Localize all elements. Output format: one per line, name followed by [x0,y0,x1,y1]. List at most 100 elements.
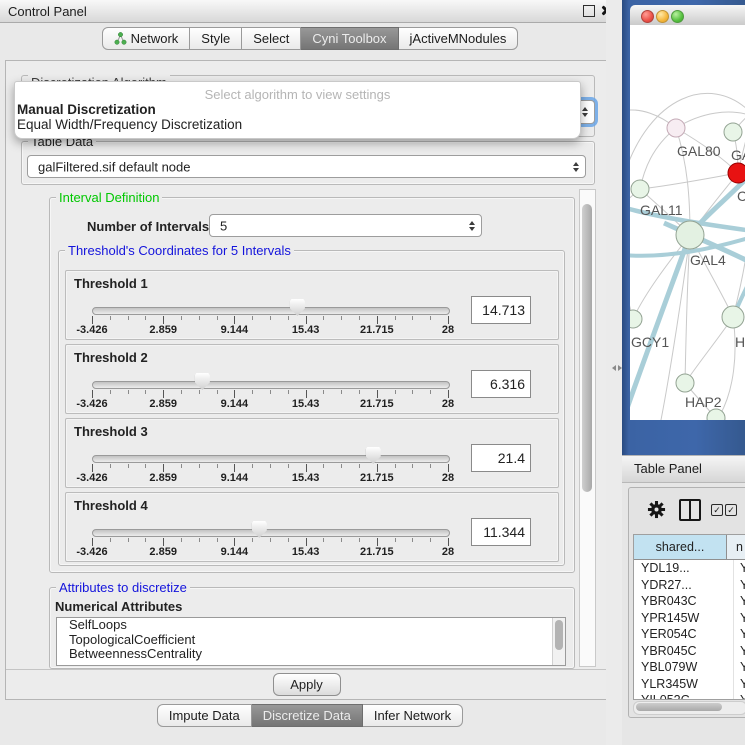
table-data-select[interactable]: galFiltered.sif default node [27,155,586,178]
table-row[interactable]: YDR27...YDR2 [634,577,745,594]
control-panel-titlebar: Control Panel [0,0,620,23]
table-row[interactable]: YIL052CYIL0 [634,692,745,700]
table-row[interactable]: YPR145WYPR1 [634,610,745,627]
number-of-intervals-select[interactable]: 5 [209,214,482,237]
column-header-shared-name[interactable]: shared... [634,535,727,559]
panel-divider[interactable] [606,0,622,745]
threshold-label: Threshold 3 [74,424,148,439]
table-data-value: galFiltered.sif default node [38,159,190,174]
attributes-group-label: Attributes to discretize [56,580,190,595]
checkbox-icon[interactable] [725,504,737,516]
numerical-attributes-list[interactable]: SelfLoopsTopologicalCoefficientBetweenne… [56,617,566,666]
slider-tick-labels: -3.4262.8599.14415.4321.71528 [92,398,448,410]
table-row[interactable]: YDL19...YDL1 [634,560,745,577]
tick-label: 21.715 [360,398,394,410]
threshold-value-field[interactable]: 14.713 [471,296,531,324]
slider-track[interactable] [92,529,450,537]
table-hscrollbar[interactable] [633,701,745,715]
attribute-list-item[interactable]: SelfLoops [57,618,565,633]
tab-cyni-toolbox[interactable]: Cyni Toolbox [301,27,398,50]
node-ga[interactable] [724,123,742,141]
network-canvas[interactable]: GAL80 GA C GAL11 GAL4 GCY1 H HAP2 [630,25,745,420]
number-of-intervals-label: Number of Intervals [87,219,209,234]
algorithm-option-manual[interactable]: Manual Discretization [17,102,156,117]
tab-jactivemnodules[interactable]: jActiveMNodules [399,27,519,50]
algorithm-option-equal-width[interactable]: Equal Width/Frequency Discretization [17,117,242,132]
tab-label: Select [253,31,289,46]
slider-tick-labels: -3.4262.8599.14415.4321.71528 [92,472,448,484]
node-table[interactable]: shared... n YDL19...YDL1YDR27...YDR2YBR0… [633,534,745,700]
cell-shared-name: YIL052C [634,692,734,700]
node-label: GAL4 [690,252,726,268]
node-gal80[interactable] [667,119,685,137]
network-window-titlebar[interactable] [630,5,745,26]
tab-network[interactable]: Network [102,27,191,50]
node-hap2[interactable] [676,374,694,392]
cyni-toolbox-content: Discretization Algorithm Select algorith… [5,60,608,700]
slider-track[interactable] [92,307,450,315]
cell-name: YIL0 [734,692,745,700]
interval-definition-group: Interval Definition Number of Intervals … [49,197,575,573]
gear-icon[interactable] [647,500,666,524]
node-label: H [735,334,745,350]
column-header-name[interactable]: n [727,535,745,559]
attribute-list-item[interactable]: TopologicalCoefficient [57,633,565,648]
combo-arrows-icon [582,107,588,117]
apply-button[interactable]: Apply [273,673,341,696]
close-window-icon[interactable] [641,10,654,23]
list-scrollbar[interactable] [552,618,565,665]
table-row[interactable]: YER054CYER0 [634,626,745,643]
panel-scrollbar-thumb[interactable] [582,204,592,492]
node-gal11[interactable] [631,180,649,198]
threshold-value-field[interactable]: 21.4 [471,444,531,472]
tick-label: -3.426 [76,324,107,336]
slider-track[interactable] [92,455,450,463]
threshold-label: Threshold 2 [74,350,148,365]
float-panel-icon[interactable] [583,5,595,17]
tick-label: -3.426 [76,472,107,484]
tab-label: Discretize Data [263,708,351,723]
tab-select[interactable]: Select [242,27,301,50]
table-hscrollbar-thumb[interactable] [636,703,722,711]
cell-name: YPR1 [734,610,745,627]
cell-shared-name: YBR045C [634,643,734,660]
table-row[interactable]: YBR045CYBR0 [634,643,745,660]
cell-name: YDL1 [734,560,745,577]
attribute-list-item[interactable]: BetweennessCentrality [57,647,565,662]
zoom-window-icon[interactable] [671,10,684,23]
table-header: shared... n [634,535,745,560]
tick-label: 2.859 [149,546,177,558]
table-row[interactable]: YLR345WYLR3 [634,676,745,693]
cell-name: YER0 [734,626,745,643]
threshold-value-field[interactable]: 11.344 [471,518,531,546]
tab-style[interactable]: Style [190,27,242,50]
cell-shared-name: YER054C [634,626,734,643]
split-columns-icon[interactable] [679,499,701,521]
tab-impute-data[interactable]: Impute Data [157,704,252,727]
table-row[interactable]: YBL079WYBL0 [634,659,745,676]
tick-label: 21.715 [360,324,394,336]
node-selected-red[interactable] [728,163,745,183]
threshold-panel-1: Threshold 1-3.4262.8599.14415.4321.71528… [65,270,559,340]
list-scrollbar-thumb[interactable] [555,620,563,650]
panel-resize-grip[interactable] [612,362,622,372]
tick-label: 2.859 [149,324,177,336]
checkbox-icon[interactable] [711,504,723,516]
slider-tick-labels: -3.4262.8599.14415.4321.71528 [92,546,448,558]
threshold-value-field[interactable]: 6.316 [471,370,531,398]
tab-label: Style [201,31,230,46]
node-gcy1[interactable] [630,310,642,328]
node-gal4[interactable] [676,221,704,249]
tab-label: Cyni Toolbox [312,31,386,46]
tab-infer-network[interactable]: Infer Network [363,704,463,727]
minimize-window-icon[interactable] [656,10,669,23]
node-label: GAL80 [677,143,721,159]
cyni-mode-tab-strip: Impute Data Discretize Data Infer Network [0,704,620,727]
slider-track[interactable] [92,381,450,389]
panel-scrollbar[interactable] [579,189,596,667]
node-h[interactable] [722,306,744,328]
tab-discretize-data[interactable]: Discretize Data [252,704,363,727]
network-icon [114,32,127,45]
table-row[interactable]: YBR043CYBR0 [634,593,745,610]
cell-shared-name: YLR345W [634,676,734,693]
